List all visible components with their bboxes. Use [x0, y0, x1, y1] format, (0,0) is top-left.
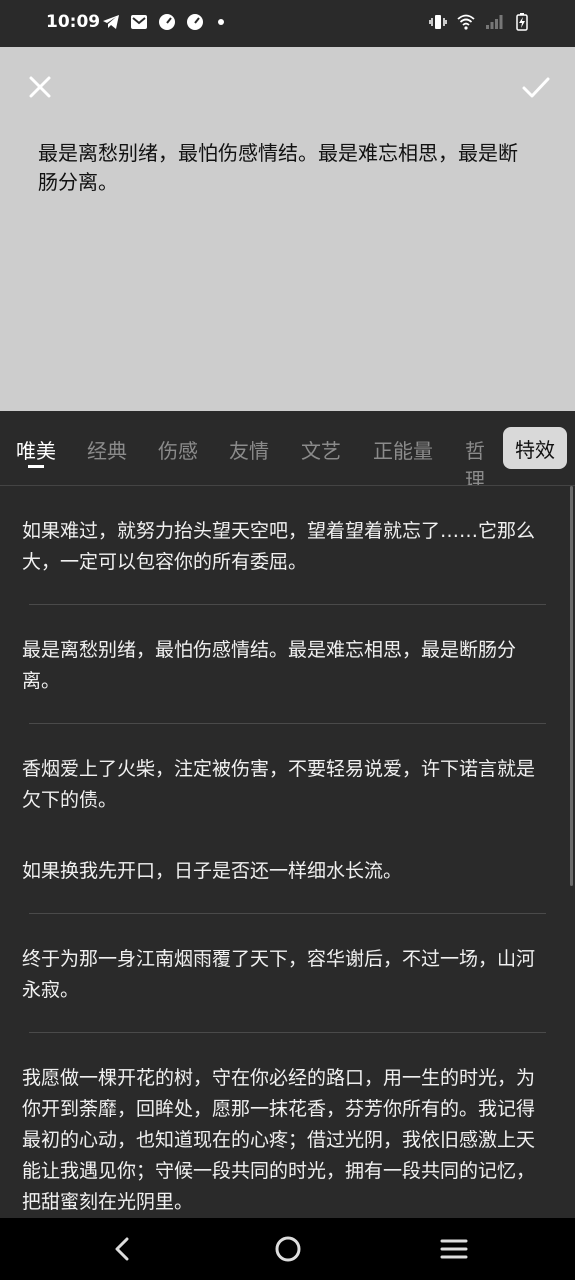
- recents-button[interactable]: [440, 1238, 468, 1260]
- list-item[interactable]: 香烟爱上了火柴，注定被伤害，不要轻易说爱，许下诺言就是欠下的债。: [0, 724, 575, 842]
- close-button[interactable]: [26, 73, 54, 101]
- tab-youqing[interactable]: 友情: [229, 435, 269, 464]
- scrollbar[interactable]: [570, 486, 573, 886]
- home-circle-icon: [275, 1236, 301, 1262]
- home-button[interactable]: [274, 1235, 302, 1263]
- tab-scroll-area[interactable]: 唯美 经典 伤感 友情 文艺 正能量 哲理: [0, 411, 503, 485]
- status-bar: 10:09: [0, 0, 575, 47]
- quote-list[interactable]: 如果难过，就努力抬头望天空吧，望着望着就忘了……它那么大，一定可以包容你的所有委…: [0, 486, 575, 1218]
- vibrate-icon: [429, 13, 447, 31]
- status-time: 10:09: [46, 12, 101, 32]
- more-notifications-dot-icon: [218, 19, 224, 25]
- effect-button[interactable]: 特效: [503, 427, 567, 469]
- back-button[interactable]: [110, 1236, 134, 1262]
- signal-icon: [485, 13, 503, 31]
- wifi-icon: [457, 13, 475, 31]
- preview-panel: 最是离愁别绪，最怕伤感情结。最是难忘相思，最是断肠分离。: [0, 47, 575, 411]
- battery-charging-icon: [513, 13, 531, 31]
- back-chevron-icon: [115, 1237, 129, 1261]
- tab-jingdian[interactable]: 经典: [87, 435, 127, 464]
- tab-weimei[interactable]: 唯美: [16, 435, 56, 464]
- tab-zheli[interactable]: 哲理: [465, 435, 503, 485]
- tab-zhengnengliang[interactable]: 正能量: [373, 435, 433, 464]
- system-icons: [429, 13, 531, 31]
- speedometer-icon-2: [186, 13, 204, 31]
- list-item[interactable]: 我愿做一棵开花的树，守在你必经的路口，用一生的时光，为你开到荼靡，回眸处，愿那一…: [0, 1033, 575, 1218]
- list-item[interactable]: 如果难过，就努力抬头望天空吧，望着望着就忘了……它那么大，一定可以包容你的所有委…: [0, 486, 575, 604]
- mail-icon: [130, 13, 148, 31]
- list-item[interactable]: 终于为那一身江南烟雨覆了天下，容华谢后，不过一场，山河永寂。: [0, 914, 575, 1032]
- category-tabs: 唯美 经典 伤感 友情 文艺 正能量 哲理 特效: [0, 411, 575, 486]
- list-item[interactable]: 最是离愁别绪，最怕伤感情结。最是难忘相思，最是断肠分离。: [0, 605, 575, 723]
- confirm-button[interactable]: [521, 73, 551, 101]
- preview-text[interactable]: 最是离愁别绪，最怕伤感情结。最是难忘相思，最是断肠分离。: [38, 139, 528, 197]
- navigation-bar: [0, 1218, 575, 1280]
- tab-active-indicator: [28, 465, 44, 468]
- notification-icons: [102, 13, 224, 31]
- check-icon: [522, 77, 550, 98]
- telegram-icon: [102, 13, 120, 31]
- speedometer-icon: [158, 13, 176, 31]
- tab-wenyi[interactable]: 文艺: [301, 435, 341, 464]
- close-icon: [29, 76, 51, 98]
- tab-shanggan[interactable]: 伤感: [158, 435, 198, 464]
- list-item[interactable]: 如果换我先开口，日子是否还一样细水长流。: [0, 842, 575, 913]
- menu-lines-icon: [440, 1239, 468, 1259]
